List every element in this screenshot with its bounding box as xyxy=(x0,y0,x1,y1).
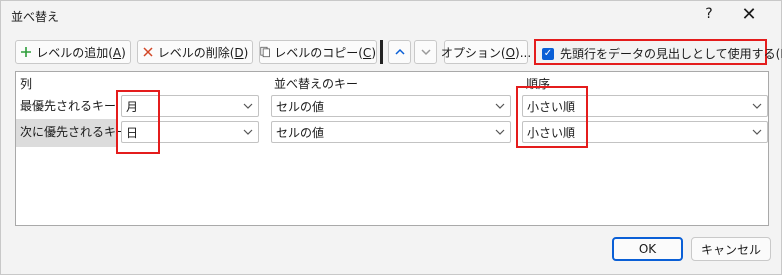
ok-button[interactable]: OK xyxy=(612,237,683,261)
column-highlight-box xyxy=(116,90,160,154)
chevron-up-icon xyxy=(394,48,405,55)
dialog-title: 並べ替え xyxy=(11,10,60,24)
chevron-down-icon xyxy=(495,129,505,135)
header-checkbox-label: 先頭行をデータの見出しとして使用する(H) xyxy=(560,47,782,61)
checkmark-icon[interactable]: ✓ xyxy=(542,47,554,60)
plus-icon xyxy=(21,47,32,57)
row-label: 次に優先されるキー xyxy=(20,125,129,139)
header-checkbox[interactable]: ✓ 先頭行をデータの見出しとして使用する(H) xyxy=(542,45,782,62)
sort-on-select[interactable]: セルの値 xyxy=(271,95,511,117)
order-highlight-box xyxy=(516,86,588,148)
move-down-button[interactable] xyxy=(414,40,437,64)
chevron-down-icon xyxy=(243,129,253,135)
options-button[interactable]: オプション(O)... xyxy=(441,40,531,64)
move-up-button[interactable] xyxy=(388,40,411,64)
chevron-down-icon xyxy=(420,49,431,56)
sort-on-select[interactable]: セルの値 xyxy=(271,121,511,143)
header-sort-on: 並べ替えのキー xyxy=(274,77,359,91)
chevron-down-icon xyxy=(752,129,762,135)
copy-icon xyxy=(260,46,270,58)
chevron-down-icon xyxy=(495,103,505,109)
toolbar-separator xyxy=(380,40,383,64)
chevron-down-icon xyxy=(752,103,762,109)
add-level-button[interactable]: レベルの追加(A) xyxy=(15,40,131,64)
x-icon xyxy=(143,47,153,57)
close-icon: ✕ xyxy=(741,4,757,25)
sort-dialog: 並べ替え ? ✕ レベルの追加(A) レベルの削除(D) レベルのコピー(C) xyxy=(0,0,782,275)
help-button[interactable]: ? xyxy=(699,6,719,24)
cancel-button[interactable]: キャンセル xyxy=(691,237,771,261)
delete-level-button[interactable]: レベルの削除(D) xyxy=(137,40,253,64)
row-label: 最優先されるキー xyxy=(20,99,117,113)
chevron-down-icon xyxy=(243,103,253,109)
copy-level-button[interactable]: レベルのコピー(C) xyxy=(259,40,377,64)
header-column: 列 xyxy=(20,77,33,91)
close-button[interactable]: ✕ xyxy=(737,5,761,25)
